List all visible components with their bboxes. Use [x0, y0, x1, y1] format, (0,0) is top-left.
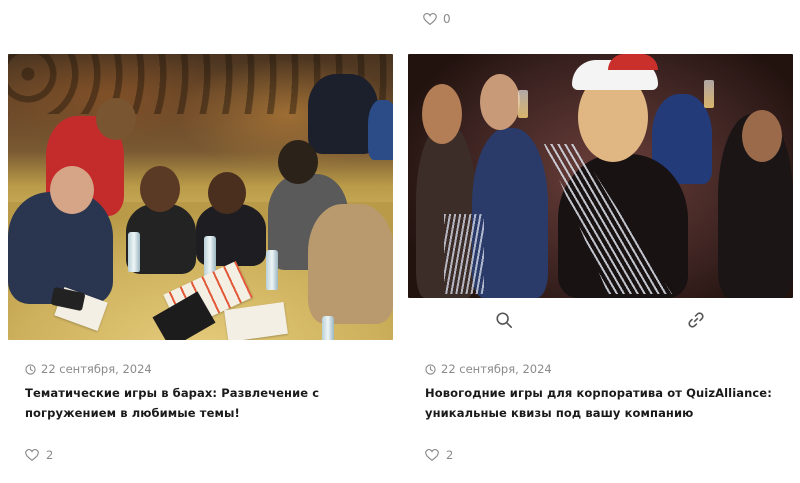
- likes-count: 2: [446, 448, 454, 462]
- post-image: [408, 54, 793, 298]
- clock-icon: [425, 363, 436, 375]
- heart-icon: [25, 449, 39, 461]
- post-thumbnail[interactable]: [8, 54, 393, 340]
- post-date: 22 сентября, 2024: [25, 362, 152, 376]
- post-thumbnail[interactable]: [408, 54, 793, 298]
- post-title-link[interactable]: Тематические игры в барах: Развлечение с…: [25, 383, 380, 423]
- post-actions: [408, 298, 793, 340]
- post-likes[interactable]: 2: [25, 448, 53, 462]
- post-date-text: 22 сентября, 2024: [441, 362, 552, 376]
- blog-grid: 0 22 сентября, 2024 Тематические игры в …: [0, 0, 800, 483]
- heart-icon: [423, 13, 437, 25]
- heart-icon: [425, 449, 439, 461]
- post-date-text: 22 сентября, 2024: [41, 362, 152, 376]
- search-icon: [496, 312, 513, 329]
- clock-icon: [25, 363, 36, 375]
- likes-count: 2: [46, 448, 54, 462]
- permalink-button[interactable]: [686, 310, 706, 330]
- post-date: 22 сентября, 2024: [425, 362, 552, 376]
- post-card: 22 сентября, 2024 Тематические игры в ба…: [8, 54, 393, 474]
- likes-count: 0: [443, 12, 451, 26]
- post-card: 22 сентября, 2024 Новогодние игры для ко…: [408, 54, 793, 474]
- link-icon: [688, 312, 704, 328]
- post-likes[interactable]: 2: [425, 448, 453, 462]
- post-image: [8, 54, 393, 340]
- zoom-button[interactable]: [494, 310, 514, 330]
- post-title-link[interactable]: Новогодние игры для корпоратива от QuizA…: [425, 383, 780, 423]
- post-likes-top[interactable]: 0: [423, 12, 451, 26]
